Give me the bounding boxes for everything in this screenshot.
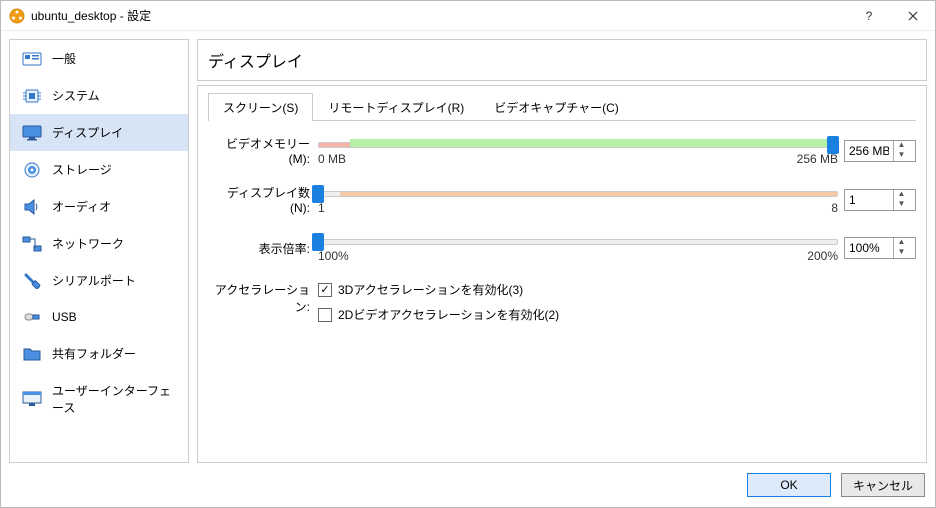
scale-min: 100% [318, 249, 349, 263]
sidebar-item-label: 一般 [52, 50, 76, 67]
ui-icon [22, 391, 42, 407]
checkbox-unchecked-icon [318, 308, 332, 322]
page-title: ディスプレイ [197, 39, 927, 81]
vmem-slider[interactable]: 0 MB 256 MB [318, 136, 838, 166]
sidebar-item-network[interactable]: ネットワーク [10, 225, 188, 262]
sidebar-item-label: ユーザーインターフェース [52, 382, 176, 416]
close-button[interactable] [891, 1, 935, 31]
display-icon [22, 125, 42, 141]
scale-input[interactable] [845, 239, 893, 257]
sidebar-item-general[interactable]: 一般 [10, 40, 188, 77]
scale-max: 200% [807, 249, 838, 263]
speaker-icon [22, 199, 42, 215]
sidebar-item-shared[interactable]: 共有フォルダー [10, 335, 188, 372]
sidebar-item-usb[interactable]: USB [10, 299, 188, 335]
sidebar-item-label: シリアルポート [52, 272, 136, 289]
dcount-min: 1 [318, 201, 325, 215]
accel-3d-checkbox[interactable]: ✓ 3Dアクセラレーションを有効化(3) [318, 281, 916, 298]
tab-capture[interactable]: ビデオキャプチャー(C) [479, 93, 634, 121]
accel-2d-checkbox[interactable]: 2Dビデオアクセラレーションを有効化(2) [318, 306, 916, 323]
accel-label: アクセラレーション: [208, 281, 318, 315]
chip-icon [22, 88, 42, 104]
dcount-input[interactable] [845, 191, 893, 209]
sidebar-item-serial[interactable]: シリアルポート [10, 262, 188, 299]
sidebar-item-ui[interactable]: ユーザーインターフェース [10, 372, 188, 426]
dcount-spinbox[interactable]: ▲▼ [844, 189, 916, 211]
sidebar-item-label: システム [52, 87, 100, 104]
vmem-max: 256 MB [797, 152, 838, 166]
spin-down[interactable]: ▼ [894, 248, 909, 258]
folder-icon [22, 346, 42, 362]
vmem-min: 0 MB [318, 152, 346, 166]
sidebar-item-label: ネットワーク [52, 235, 124, 252]
spin-down[interactable]: ▼ [894, 151, 909, 161]
accel-2d-label: 2Dビデオアクセラレーションを有効化(2) [338, 306, 559, 323]
titlebar: ubuntu_desktop - 設定 ? [1, 1, 935, 31]
scale-spinbox[interactable]: ▲▼ [844, 237, 916, 259]
sidebar-item-audio[interactable]: オーディオ [10, 188, 188, 225]
tab-screen[interactable]: スクリーン(S) [208, 93, 313, 121]
app-icon [9, 8, 25, 24]
network-icon [22, 236, 42, 252]
spin-up[interactable]: ▲ [894, 141, 909, 151]
vmem-label: ビデオメモリー(M): [208, 135, 318, 166]
spin-down[interactable]: ▼ [894, 200, 909, 210]
accel-3d-label: 3Dアクセラレーションを有効化(3) [338, 281, 523, 298]
ok-button[interactable]: OK [747, 473, 831, 497]
sidebar-item-label: オーディオ [52, 198, 111, 215]
vmem-input[interactable] [845, 142, 893, 160]
dcount-max: 8 [831, 201, 838, 215]
dcount-slider[interactable]: 1 8 [318, 185, 838, 215]
scale-slider[interactable]: 100% 200% [318, 233, 838, 263]
scale-label: 表示倍率: [208, 240, 318, 257]
sidebar-item-storage[interactable]: ストレージ [10, 151, 188, 188]
sidebar-item-label: 共有フォルダー [52, 345, 136, 362]
sidebar-item-display[interactable]: ディスプレイ [10, 114, 188, 151]
usb-icon [22, 309, 42, 325]
spin-up[interactable]: ▲ [894, 190, 909, 200]
window-title: ubuntu_desktop - 設定 [31, 7, 847, 24]
checkbox-checked-icon: ✓ [318, 283, 332, 297]
dcount-label: ディスプレイ数(N): [208, 184, 318, 215]
tab-remote[interactable]: リモートディスプレイ(R) [313, 93, 479, 121]
disk-icon [22, 162, 42, 178]
cancel-button[interactable]: キャンセル [841, 473, 925, 497]
help-button[interactable]: ? [847, 1, 891, 31]
sidebar: 一般 システム ディスプレイ ストレージ オーディオ ネットワーク [9, 39, 189, 463]
vmem-spinbox[interactable]: ▲▼ [844, 140, 916, 162]
general-icon [22, 51, 42, 67]
serial-icon [22, 273, 42, 289]
tabs: スクリーン(S) リモートディスプレイ(R) ビデオキャプチャー(C) [208, 92, 916, 121]
sidebar-item-label: USB [52, 310, 77, 324]
sidebar-item-system[interactable]: システム [10, 77, 188, 114]
sidebar-item-label: ディスプレイ [52, 124, 123, 141]
sidebar-item-label: ストレージ [52, 161, 112, 178]
